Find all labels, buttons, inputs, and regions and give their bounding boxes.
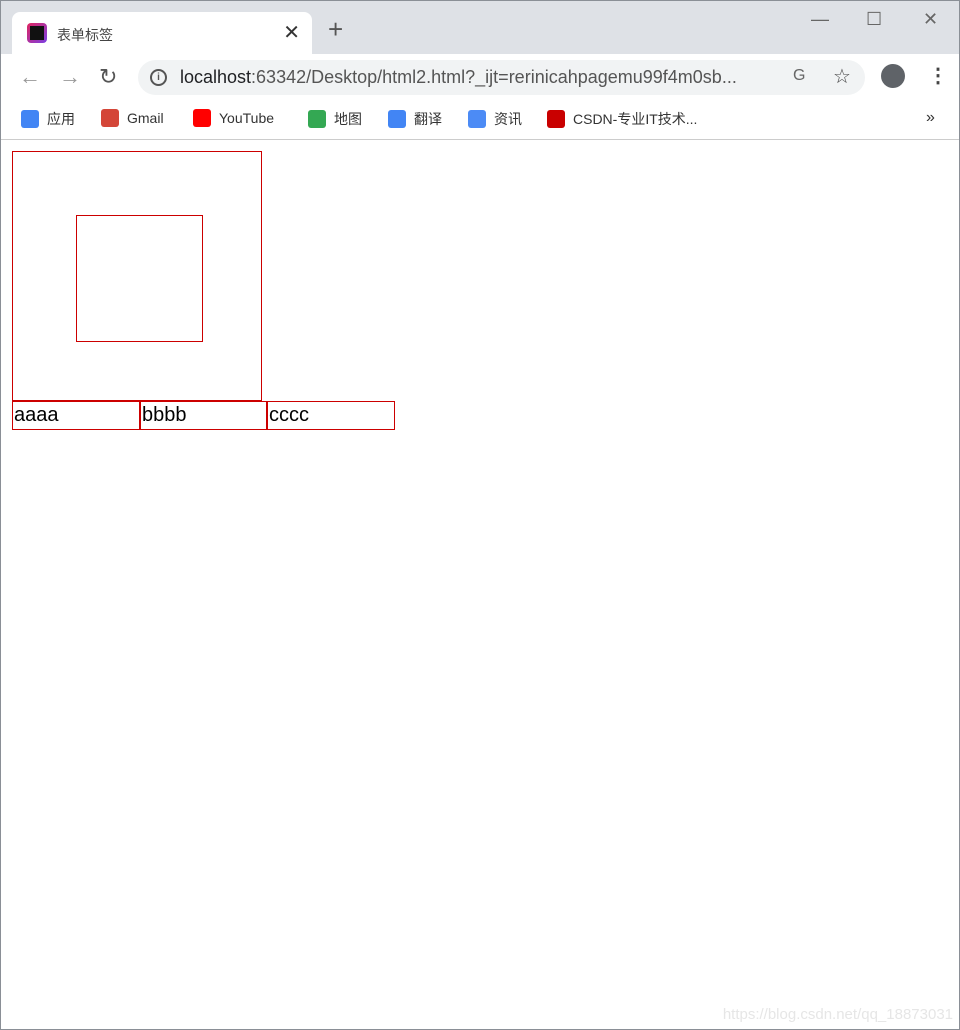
news-icon (468, 110, 486, 128)
intellij-icon (27, 23, 47, 43)
browser-tab[interactable]: 表单标签 ✕ (12, 12, 312, 54)
bookmark-label: CSDN-专业IT技术... (573, 111, 698, 127)
bookmarks-bar: 应用 Gmail YouTube 地图 翻译 资讯 CSDN-专业IT技术...… (1, 100, 959, 140)
close-tab-icon[interactable]: ✕ (283, 20, 300, 45)
title-bar: 表单标签 ✕ + — ☐ ✕ (1, 1, 959, 54)
url-path: :63342/Desktop/html2.html?_ijt=rerinicah… (251, 67, 737, 87)
reload-icon[interactable]: ↻ (99, 64, 117, 90)
outer-box (12, 151, 262, 401)
bookmark-gmail[interactable]: Gmail (101, 109, 164, 127)
bookmark-apps[interactable]: 应用 (21, 109, 75, 129)
back-icon[interactable]: ← (19, 64, 41, 90)
youtube-icon (193, 109, 211, 127)
menu-icon[interactable]: ⋮ (928, 63, 948, 88)
csdn-icon (547, 110, 565, 128)
cell-bbbb: bbbb (140, 401, 267, 430)
maximize-button[interactable]: ☐ (866, 9, 882, 30)
bookmark-label: 翻译 (414, 111, 442, 127)
bookmark-youtube[interactable]: YouTube (193, 109, 274, 127)
cell-cccc: cccc (267, 401, 395, 430)
bookmark-label: Gmail (127, 110, 164, 126)
bookmark-label: YouTube (219, 110, 275, 126)
info-icon[interactable]: i (150, 69, 167, 86)
bookmark-label: 地图 (334, 111, 362, 127)
bookmark-maps[interactable]: 地图 (308, 109, 362, 129)
close-window-button[interactable]: ✕ (923, 9, 938, 30)
translate-icon (388, 110, 406, 128)
inner-box (76, 215, 203, 342)
bookmark-label: 资讯 (494, 111, 522, 127)
toolbar: ← → ↻ i localhost:63342/Desktop/html2.ht… (1, 54, 959, 100)
translate-page-icon[interactable]: G (793, 67, 805, 85)
star-icon[interactable]: ☆ (833, 64, 851, 89)
gmail-icon (101, 109, 119, 127)
tab-title: 表单标签 (57, 27, 113, 43)
bookmark-csdn[interactable]: CSDN-专业IT技术... (547, 109, 697, 129)
apps-grid-icon (21, 110, 39, 128)
maps-icon (308, 110, 326, 128)
profile-icon[interactable] (881, 64, 905, 88)
bookmark-translate[interactable]: 翻译 (388, 109, 442, 129)
url-host: localhost (180, 67, 252, 87)
new-tab-button[interactable]: + (328, 16, 343, 42)
minimize-button[interactable]: — (811, 9, 829, 30)
forward-icon[interactable]: → (59, 64, 81, 90)
more-bookmarks-button[interactable]: » (926, 109, 935, 127)
bookmark-news[interactable]: 资讯 (468, 109, 522, 129)
address-bar[interactable]: i localhost:63342/Desktop/html2.html?_ij… (138, 60, 865, 95)
cell-aaaa: aaaa (12, 401, 140, 430)
watermark: https://blog.csdn.net/qq_18873031 (722, 1006, 953, 1023)
bookmark-label: 应用 (47, 111, 75, 127)
